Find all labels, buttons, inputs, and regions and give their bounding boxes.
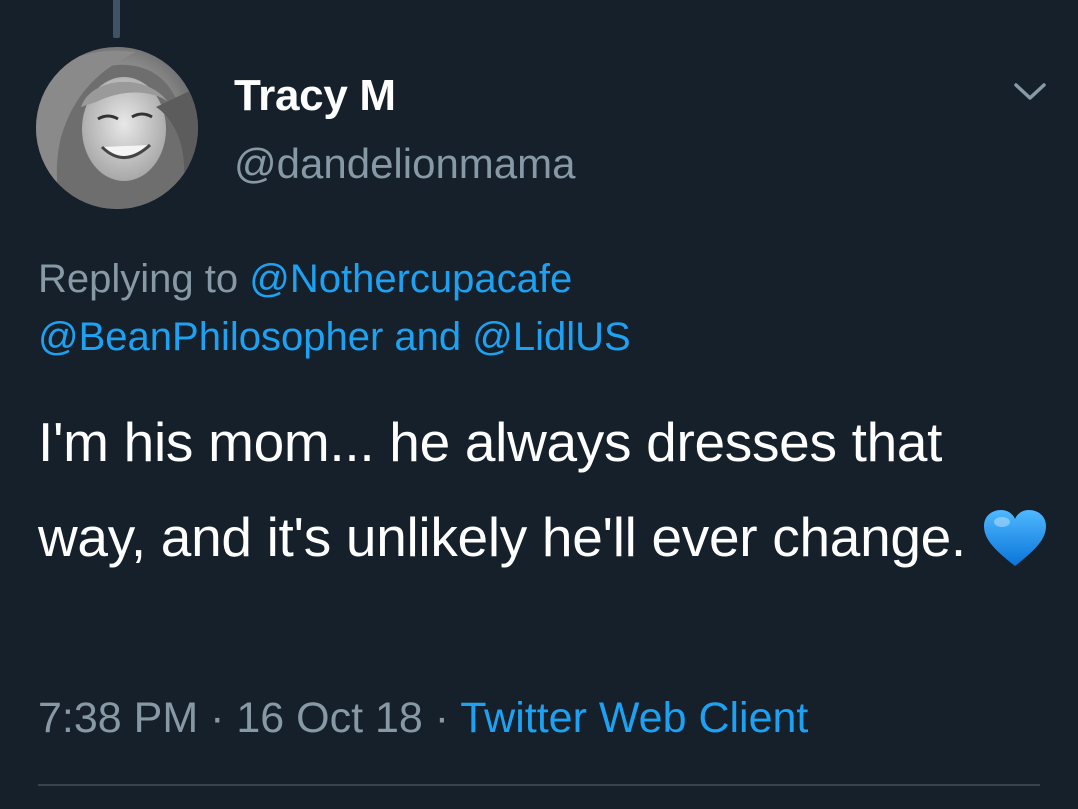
blue-heart-icon — [982, 502, 1048, 566]
mention-link[interactable]: @Nothercupacafe — [249, 257, 572, 301]
tweet-source-link[interactable]: Twitter Web Client — [460, 694, 808, 742]
mention-link[interactable]: @BeanPhilosopher — [38, 315, 383, 359]
author-handle[interactable]: @dandelionmama — [234, 138, 576, 190]
tweet-text: I'm his mom... he always dresses that wa… — [38, 411, 966, 568]
divider — [38, 784, 1040, 786]
meta-separator: · — [434, 694, 450, 742]
tweet-date[interactable]: 16 Oct 18 — [236, 694, 422, 742]
tweet-meta: 7:38 PM · 16 Oct 18 · Twitter Web Client — [38, 690, 808, 746]
author-display-name[interactable]: Tracy M — [234, 70, 396, 122]
reply-context: Replying to @Nothercupacafe @BeanPhiloso… — [38, 250, 1038, 366]
reply-prefix: Replying to — [38, 257, 239, 301]
tweet-time[interactable]: 7:38 PM — [38, 694, 198, 742]
mention-link[interactable]: @LidlUS — [472, 315, 630, 359]
meta-separator: · — [210, 694, 225, 742]
thread-connector-line — [113, 0, 120, 38]
tweet-body: I'm his mom... he always dresses that wa… — [38, 395, 1048, 585]
chevron-down-icon[interactable] — [1010, 76, 1050, 106]
avatar[interactable] — [36, 47, 198, 209]
reply-conjunction[interactable]: and — [394, 315, 461, 359]
